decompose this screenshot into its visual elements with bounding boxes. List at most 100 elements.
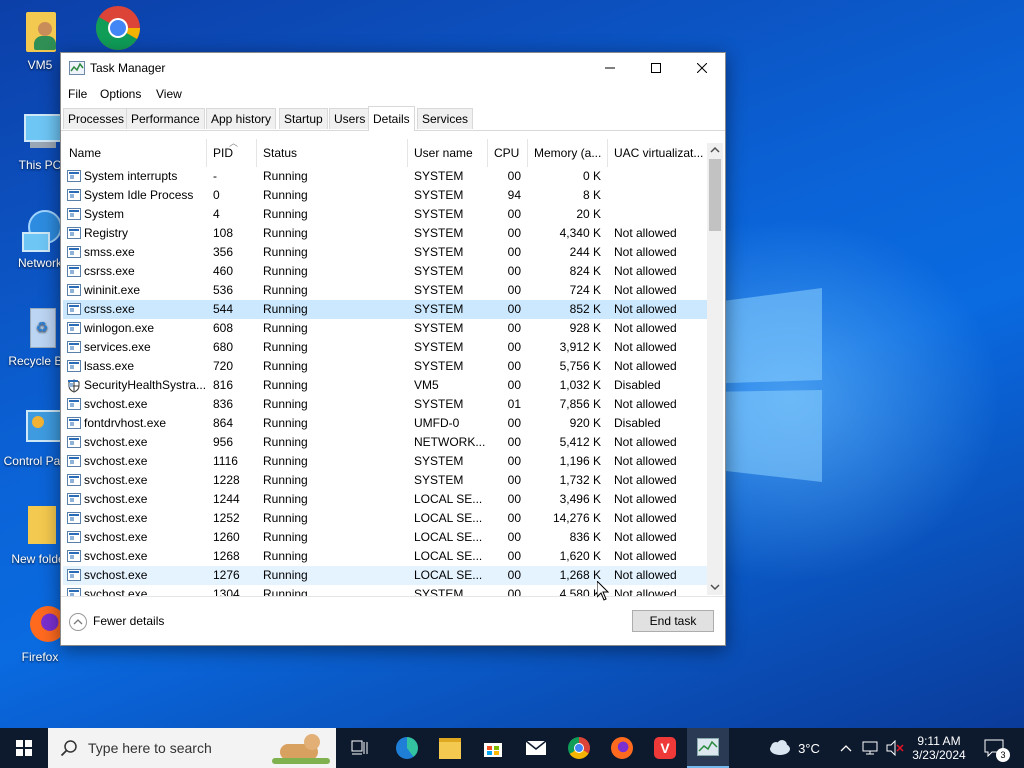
cell-mem: 4,340 K [559, 226, 601, 240]
process-name: svchost.exe [84, 454, 148, 468]
cell-status: Running [263, 245, 308, 259]
cell-uac: Not allowed [614, 302, 677, 316]
network-tray-button[interactable] [860, 728, 882, 768]
notification-center-button[interactable]: 3 [976, 728, 1012, 768]
column-header-name[interactable]: Name [63, 139, 207, 167]
table-row[interactable]: services.exe 680 Running SYSTEM 00 3,912 K Not… [63, 338, 707, 357]
tab-processes[interactable]: Processes [63, 108, 130, 129]
column-header-memory[interactable]: Memory (a... [528, 139, 608, 167]
menu-view[interactable]: View [156, 87, 182, 101]
table-row[interactable]: Registry 108 Running SYSTEM 00 4,340 K Not all… [63, 224, 707, 243]
start-button[interactable] [0, 728, 48, 768]
window-title: Task Manager [90, 61, 166, 75]
table-row[interactable]: winlogon.exe 608 Running SYSTEM 00 928 K Not a… [63, 319, 707, 338]
taskbar-vivaldi[interactable]: V [644, 728, 686, 768]
process-name: svchost.exe [84, 549, 148, 563]
tab-services[interactable]: Services [417, 108, 474, 129]
vertical-scrollbar[interactable] [707, 143, 723, 595]
table-row[interactable]: fontdrvhost.exe 864 Running UMFD-0 00 920 K Di… [63, 414, 707, 433]
cell-status: Running [263, 321, 308, 335]
task-view-button[interactable] [340, 728, 380, 768]
table-row[interactable]: svchost.exe 956 Running NETWORK... 00 5,412 K… [63, 433, 707, 452]
scrollbar-thumb[interactable] [709, 159, 721, 231]
cell-cpu: 00 [507, 264, 521, 278]
scroll-up-icon[interactable] [710, 146, 720, 154]
table-row[interactable]: System Idle Process 0 Running SYSTEM 94 8 K [63, 186, 707, 205]
table-row[interactable]: svchost.exe 1304 Running SYSTEM 00 4,580 K Not… [63, 585, 707, 596]
maximize-icon [651, 63, 661, 73]
tab-details[interactable]: Details [368, 106, 415, 131]
cell-name: services.exe [67, 338, 207, 357]
weather-widget[interactable]: 3°C [758, 728, 828, 768]
cell-user: SYSTEM [414, 169, 464, 183]
table-row[interactable]: svchost.exe 1268 Running LOCAL SE... 00 1,620… [63, 547, 707, 566]
table-row[interactable]: svchost.exe 1244 Running LOCAL SE... 00 3,496… [63, 490, 707, 509]
minimize-button[interactable] [587, 53, 633, 83]
table-row[interactable]: wininit.exe 536 Running SYSTEM 00 724 K Not al… [63, 281, 707, 300]
process-name: csrss.exe [84, 264, 135, 278]
cell-pid: 816 [213, 378, 234, 392]
cell-cpu: 00 [507, 568, 521, 582]
cell-status: Running [263, 188, 308, 202]
volume-tray-button[interactable] [884, 728, 906, 768]
taskbar-mail[interactable] [515, 728, 557, 768]
cell-pid: 4 [213, 207, 220, 221]
table-row[interactable]: svchost.exe 1116 Running SYSTEM 00 1,196 K Not… [63, 452, 707, 471]
clock[interactable]: 9:11 AM 3/23/2024 [908, 728, 970, 768]
table-row[interactable]: csrss.exe 460 Running SYSTEM 00 824 K Not allo… [63, 262, 707, 281]
menu-file[interactable]: File [68, 87, 87, 101]
cell-cpu: 00 [507, 435, 521, 449]
task-view-icon [351, 740, 368, 755]
menu-options[interactable]: Options [100, 87, 141, 101]
scroll-down-icon[interactable] [710, 583, 720, 591]
cell-status: Running [263, 359, 308, 373]
table-row[interactable]: System 4 Running SYSTEM 00 20 K [63, 205, 707, 224]
cell-mem: 5,756 K [559, 359, 601, 373]
clock-time: 9:11 AM [917, 734, 961, 748]
tab-app-history[interactable]: App history [206, 108, 277, 129]
taskbar-store[interactable] [472, 728, 514, 768]
table-row[interactable]: System interrupts - Running SYSTEM 00 0 K [63, 167, 707, 186]
column-header-status[interactable]: Status [257, 139, 408, 167]
cell-mem: 824 K [569, 264, 601, 278]
title-bar[interactable]: Task Manager [61, 53, 725, 83]
tab-performance[interactable]: Performance [126, 108, 205, 129]
table-row[interactable]: smss.exe 356 Running SYSTEM 00 244 K Not allow… [63, 243, 707, 262]
table-row[interactable]: svchost.exe 836 Running SYSTEM 01 7,856 K Not … [63, 395, 707, 414]
end-task-button[interactable]: End task [632, 610, 714, 632]
table-row[interactable]: svchost.exe 1260 Running LOCAL SE... 00 836 K… [63, 528, 707, 547]
table-row[interactable]: csrss.exe 544 Running SYSTEM 00 852 K Not allo… [63, 300, 707, 319]
fewer-details-button[interactable]: Fewer details [69, 611, 164, 631]
show-hidden-icons-button[interactable] [836, 728, 856, 768]
desktop-icon-chrome[interactable] [78, 4, 158, 54]
cell-name: System interrupts [67, 167, 207, 186]
maximize-button[interactable] [633, 53, 679, 83]
process-name: svchost.exe [84, 530, 148, 544]
table-row[interactable]: svchost.exe 1252 Running LOCAL SE... 00 14,27… [63, 509, 707, 528]
cell-cpu: 01 [507, 397, 521, 411]
cell-mem: 3,912 K [559, 340, 601, 354]
table-row[interactable]: SecurityHealthSystra... 816 Running VM5 00 1,… [63, 376, 707, 395]
column-header-cpu[interactable]: CPU [488, 139, 528, 167]
column-header-user-name[interactable]: User name [408, 139, 488, 167]
cell-cpu: 00 [507, 283, 521, 297]
table-row[interactable]: lsass.exe 720 Running SYSTEM 00 5,756 K Not al… [63, 357, 707, 376]
taskbar-edge[interactable] [386, 728, 428, 768]
close-button[interactable] [679, 53, 725, 83]
cell-user: SYSTEM [414, 302, 464, 316]
column-header-uac[interactable]: UAC virtualizat... [608, 139, 707, 167]
taskbar-search-box[interactable]: Type here to search [48, 728, 336, 768]
process-name: winlogon.exe [84, 321, 155, 335]
taskbar-firefox[interactable] [601, 728, 643, 768]
taskbar-task-manager[interactable] [687, 728, 729, 768]
table-row[interactable]: svchost.exe 1276 Running LOCAL SE... 00 1,268… [63, 566, 707, 585]
fewer-details-label: Fewer details [93, 614, 165, 628]
taskbar-file-explorer[interactable] [429, 728, 471, 768]
cell-mem: 928 K [569, 321, 601, 335]
taskbar-chrome[interactable] [558, 728, 600, 768]
tab-startup[interactable]: Startup [279, 108, 328, 129]
table-row[interactable]: svchost.exe 1228 Running SYSTEM 00 1,732 K Not… [63, 471, 707, 490]
process-icon [67, 512, 81, 524]
tab-users[interactable]: Users [329, 108, 371, 129]
cell-cpu: 00 [507, 359, 521, 373]
